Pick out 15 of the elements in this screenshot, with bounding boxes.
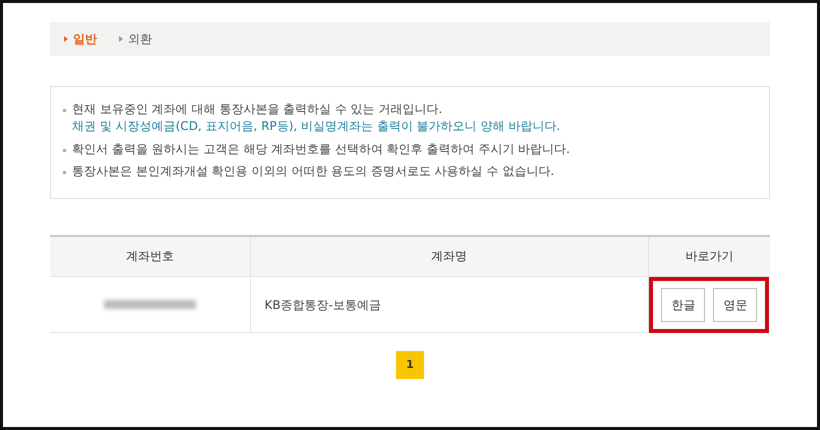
page-button[interactable]: 1 <box>396 351 424 380</box>
notice-text: 통장사본은 본인계좌개설 확인용 이외의 어떠한 용도의 증명서로도 사용하실 수 없습니다. <box>72 163 554 180</box>
notice-warning-text: 채권 및 시장성예금(CD, 표지어음, RP등), 비실명계좌는 출력이 불가하오니 양해 바랍니다. <box>72 118 560 136</box>
column-header: 계좌번호 <box>50 236 250 277</box>
notice-text: 확인서 출력을 원하시는 고객은 해당 계좌번호를 선택하여 확인후 출력하여 주시기 바랍니다. <box>72 140 570 158</box>
notice-text: 현재 보유중인 계좌에 대해 통장사본을 출력하실 수 있는 거래입니다. <box>72 101 444 118</box>
bullet-icon <box>63 171 66 174</box>
tab[interactable]: 외환 <box>119 30 152 48</box>
account-name: KB종합통장-보통예금 <box>264 298 381 312</box>
print-button[interactable]: 영문 <box>713 288 758 322</box>
bullet-icon <box>63 148 66 152</box>
column-header: 계좌명 <box>250 236 648 277</box>
column-header: 바로가기 <box>648 236 770 277</box>
print-button[interactable]: 한글 <box>661 288 706 322</box>
bullet-icon <box>63 109 66 112</box>
